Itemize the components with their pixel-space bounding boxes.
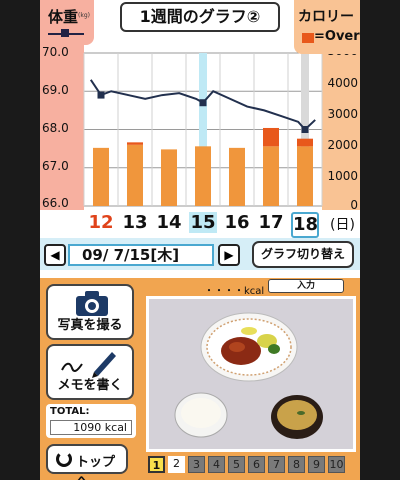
weight-label: 体重 (48, 8, 79, 26)
weight-point (301, 126, 309, 133)
date-display: 09/ 7/15[木] (68, 244, 214, 266)
day-label[interactable]: 13 (121, 212, 149, 233)
calorie-bar (263, 146, 279, 206)
photo-page-button[interactable]: 1 (148, 456, 165, 473)
calorie-over-bar (127, 142, 143, 145)
photo-page-button[interactable]: 8 (288, 456, 305, 473)
take-photo-label: 写真を撮る (57, 318, 123, 333)
photo-page-button[interactable]: 5 (228, 456, 245, 473)
write-memo-label: メモを書く (57, 378, 123, 393)
next-day-button[interactable]: ▶ (218, 244, 240, 266)
calorie-bar (93, 147, 109, 206)
day-label[interactable]: 14 (155, 212, 183, 233)
total-value: 1090 kcal (50, 420, 132, 435)
calorie-bar (127, 144, 143, 206)
total-calories: TOTAL: 1090 kcal (46, 404, 136, 438)
photo-page-selector: 1 2 3 4 5 6 7 8 9 10 (140, 454, 358, 476)
kcal-placeholder: ・・・・kcal (204, 286, 265, 297)
meal-photo-image (149, 299, 353, 449)
write-memo-button[interactable]: メモを書く (46, 344, 134, 400)
weight-header: 体重 (kg) (40, 0, 94, 45)
weight-legend-marker (61, 29, 69, 37)
total-label: TOTAL: (50, 406, 90, 417)
return-arrow-icon (56, 451, 72, 467)
left-arrow-icon: ◀ (50, 248, 60, 262)
prev-day-button[interactable]: ◀ (44, 244, 66, 266)
back-to-top-button[interactable]: トップへ (46, 444, 128, 480)
photo-page-button[interactable]: 3 (188, 456, 205, 473)
kcal-input-button[interactable]: 入力 (268, 279, 344, 293)
photo-page-button[interactable]: 6 (248, 456, 265, 473)
over-legend-label: =Over (314, 29, 360, 44)
day-unit: (日) (330, 217, 355, 233)
meal-photo-frame (146, 296, 356, 452)
photo-page-button[interactable]: 10 (328, 456, 345, 473)
calorie-header: カロリー =Over (294, 0, 360, 54)
calorie-bar (195, 146, 211, 206)
bottom-screen: 写真を撮る メモを書く TOTAL: 1090 kcal トップへ ・・・・kc… (40, 278, 360, 480)
day-label[interactable]: 16 (223, 212, 251, 233)
over-legend-swatch (302, 33, 314, 43)
photo-page-button[interactable]: 2 (168, 456, 185, 473)
ds-screen: 70.0 69.0 68.0 67.0 66.0 5000 4000 3000 … (40, 0, 360, 480)
weight-point (199, 99, 207, 107)
photo-page-button[interactable]: 9 (308, 456, 325, 473)
top-screen: 70.0 69.0 68.0 67.0 66.0 5000 4000 3000 … (40, 0, 360, 270)
day-label-today[interactable]: 18 (291, 212, 319, 238)
day-label-selected[interactable]: 15 (189, 212, 217, 233)
take-photo-button[interactable]: 写真を撮る (46, 284, 134, 340)
photo-page-button[interactable]: 4 (208, 456, 225, 473)
weight-unit: (kg) (78, 12, 90, 19)
meal-photo[interactable] (149, 299, 353, 449)
weight-point (97, 91, 105, 99)
chart-title: 1週間のグラフ② (120, 2, 280, 32)
right-arrow-icon: ▶ (224, 248, 234, 262)
day-label[interactable]: 12 (87, 212, 115, 233)
calorie-bar (161, 149, 177, 206)
photo-page-button[interactable]: 7 (268, 456, 285, 473)
day-label[interactable]: 17 (257, 212, 285, 233)
date-nav: ◀ 09/ 7/15[木] ▶ グラフ切り替え (40, 238, 360, 270)
calorie-bar (297, 146, 313, 206)
calorie-over-bar (297, 138, 313, 147)
back-to-top-label: トップへ (76, 455, 116, 480)
calorie-over-bar (263, 127, 279, 147)
day-axis: 12 13 14 15 16 17 18 (日) (40, 210, 360, 238)
camera-icon (76, 291, 108, 316)
calorie-label: カロリー (298, 9, 354, 25)
graph-switch-button[interactable]: グラフ切り替え (252, 241, 354, 268)
calorie-bar (229, 147, 245, 206)
